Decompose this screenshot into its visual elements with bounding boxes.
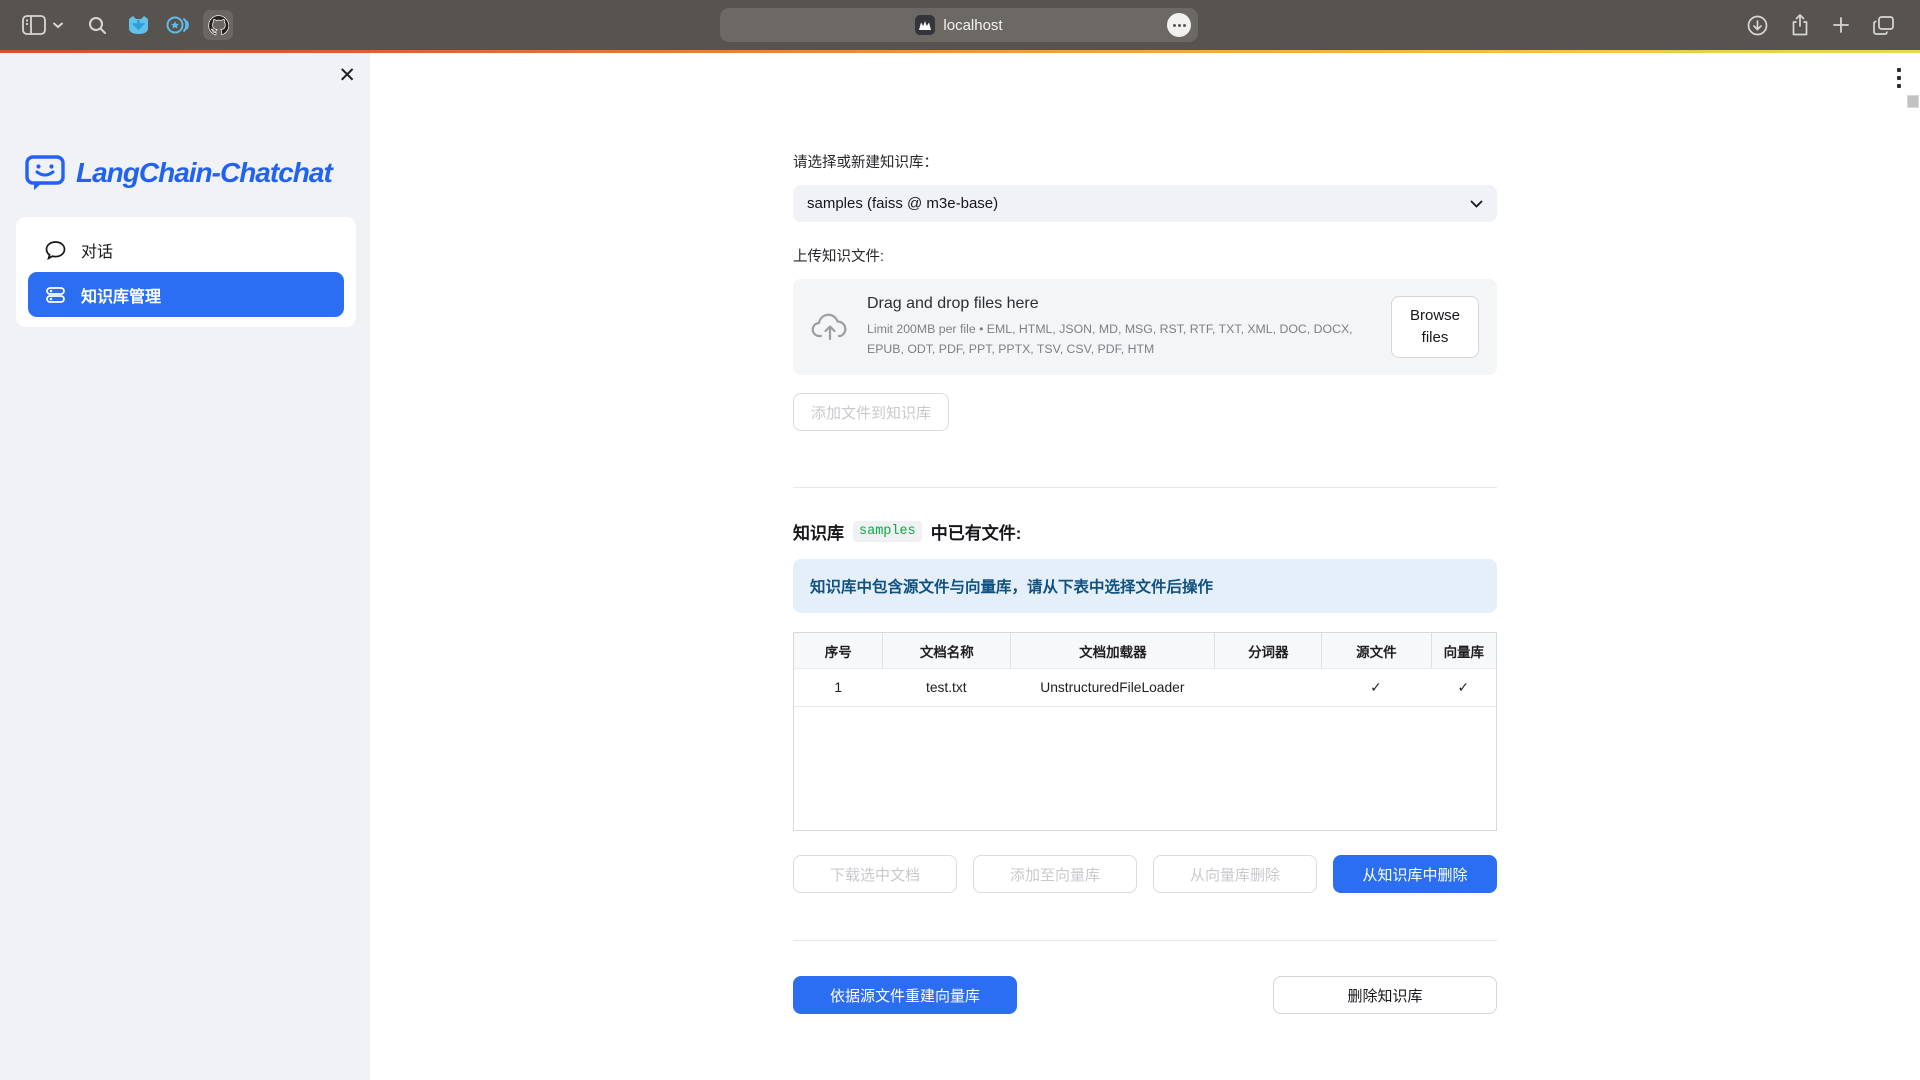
cell-doc-name: test.txt	[882, 669, 1010, 706]
cell-vector-store-check: ✓	[1431, 669, 1496, 706]
main-panel: 请选择或新建知识库： samples (faiss @ m3e-base) 上传…	[370, 53, 1920, 1080]
cell-source-file-check: ✓	[1321, 669, 1431, 706]
kb-name-code: samples	[853, 521, 922, 542]
heading-suffix: 中已有文件:	[931, 519, 1022, 544]
sidebar-toggle-icon[interactable]	[22, 15, 46, 35]
close-icon[interactable]: ✕	[338, 65, 356, 86]
files-table: 序号 文档名称 文档加载器 分词器 源文件 向量库 1 test.txt Uns…	[793, 632, 1497, 831]
site-favicon	[915, 15, 935, 35]
divider	[793, 940, 1497, 941]
download-icon[interactable]	[1747, 15, 1768, 36]
delete-kb-button[interactable]: 删除知识库	[1273, 976, 1497, 1014]
kb-select[interactable]: samples (faiss @ m3e-base)	[793, 185, 1497, 222]
dropzone-title: Drag and drop files here	[867, 295, 1373, 313]
sidebar-menu: 对话 知识库管理	[16, 217, 356, 327]
sidebar-item-label: 对话	[81, 238, 113, 262]
download-selected-button[interactable]: 下载选中文档	[793, 855, 957, 893]
logo-text: LangChain-Chatchat	[76, 157, 332, 189]
app-logo: LangChain-Chatchat	[24, 153, 332, 193]
chat-bubble-icon	[45, 240, 66, 260]
col-header-source-file: 源文件	[1321, 633, 1431, 668]
browser-toolbar: localhost	[0, 0, 1920, 50]
chevron-down-icon	[1470, 200, 1483, 208]
file-dropzone[interactable]: Drag and drop files here Limit 200MB per…	[793, 279, 1497, 375]
col-header-splitter: 分词器	[1214, 633, 1321, 668]
col-header-index: 序号	[794, 633, 882, 668]
kb-stack-icon	[45, 285, 66, 305]
add-to-vector-store-button[interactable]: 添加至向量库	[973, 855, 1137, 893]
rebuild-vector-store-button[interactable]: 依据源文件重建向量库	[793, 976, 1017, 1014]
cloud-upload-icon	[811, 312, 849, 342]
table-empty-area	[794, 707, 1496, 830]
sidebar-item-label: 知识库管理	[81, 283, 161, 307]
scrollbar-thumb[interactable]	[1907, 95, 1919, 108]
kb-select-label: 请选择或新建知识库：	[793, 151, 1497, 172]
tab-overview-icon[interactable]	[1873, 16, 1894, 35]
add-files-to-kb-button[interactable]: 添加文件到知识库	[793, 393, 949, 431]
toolbar-chevron-icon[interactable]	[52, 21, 64, 29]
col-header-doc-name: 文档名称	[882, 633, 1010, 668]
circles-extension-icon[interactable]	[166, 15, 189, 35]
kebab-menu-icon[interactable]	[1897, 68, 1901, 88]
github-extension-icon[interactable]	[203, 10, 233, 40]
info-banner: 知识库中包含源文件与向量库，请从下表中选择文件后操作	[793, 559, 1497, 613]
new-tab-icon[interactable]	[1832, 16, 1850, 34]
cat-extension-icon[interactable]	[128, 15, 149, 35]
col-header-loader: 文档加载器	[1010, 633, 1214, 668]
table-row[interactable]: 1 test.txt UnstructuredFileLoader ✓ ✓	[794, 669, 1496, 707]
heading-prefix: 知识库	[793, 519, 844, 544]
kb-select-value: samples (faiss @ m3e-base)	[807, 195, 998, 212]
dropzone-limit: Limit 200MB per file • EML, HTML, JSON, …	[867, 320, 1373, 358]
delete-from-vector-store-button[interactable]: 从向量库删除	[1153, 855, 1317, 893]
address-bar[interactable]: localhost	[720, 8, 1198, 42]
delete-from-kb-button[interactable]: 从知识库中删除	[1333, 855, 1497, 893]
share-icon[interactable]	[1791, 14, 1809, 36]
logo-chat-icon	[24, 153, 66, 193]
cell-loader: UnstructuredFileLoader	[1010, 669, 1214, 706]
sidebar: ✕ LangChain-Chatchat 对	[0, 53, 370, 1080]
browse-files-button[interactable]: Browse files	[1391, 296, 1479, 358]
table-header-row: 序号 文档名称 文档加载器 分词器 源文件 向量库	[794, 633, 1496, 669]
sidebar-item-dialogue[interactable]: 对话	[28, 227, 344, 272]
address-text: localhost	[943, 17, 1002, 34]
cell-splitter	[1214, 669, 1321, 706]
divider	[793, 487, 1497, 488]
upload-label: 上传知识文件:	[793, 245, 1497, 266]
col-header-vector-store: 向量库	[1431, 633, 1496, 668]
search-icon[interactable]	[88, 16, 107, 35]
file-actions-row: 下载选中文档 添加至向量库 从向量库删除 从知识库中删除	[793, 855, 1497, 893]
kb-footer-actions: 依据源文件重建向量库 删除知识库	[793, 976, 1497, 1014]
sidebar-item-kb-management[interactable]: 知识库管理	[28, 272, 344, 317]
ellipsis-icon[interactable]	[1167, 13, 1191, 37]
cell-index: 1	[794, 669, 882, 706]
existing-files-heading: 知识库 samples 中已有文件:	[793, 519, 1497, 544]
